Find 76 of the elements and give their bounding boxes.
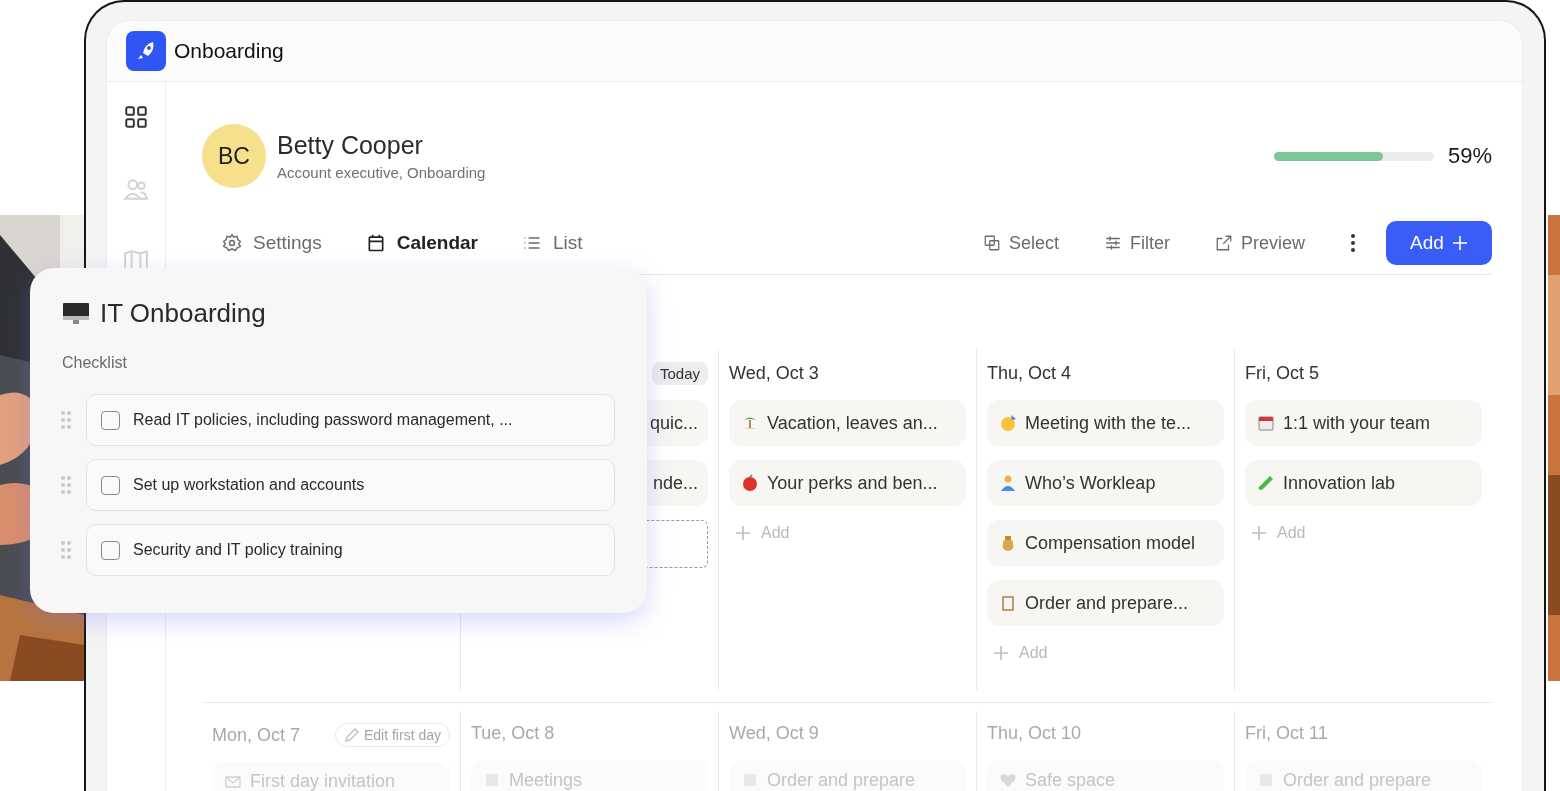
calendar-icon <box>1257 414 1275 432</box>
day-label: Tue, Oct 8 <box>471 723 555 745</box>
view-tab[interactable]: List <box>521 232 583 254</box>
plus-icon <box>993 645 1009 661</box>
sidebar-item[interactable] <box>123 104 149 130</box>
today-badge: Today <box>651 361 708 385</box>
checkbox[interactable] <box>101 410 120 430</box>
task-title: quic... <box>649 412 698 434</box>
day-label: Mon, Oct 7 <box>212 724 301 746</box>
task-title: Compensation model <box>1025 532 1196 554</box>
day-label: Wed, Oct 9 <box>729 723 819 745</box>
task-card[interactable]: Meeting with the te... <box>987 400 1224 446</box>
copy-icon <box>982 234 1001 252</box>
checkbox[interactable] <box>101 540 120 560</box>
avatar: BC <box>202 124 266 188</box>
drag-handle-icon[interactable] <box>60 410 72 430</box>
day-label: Thu, Oct 10 <box>987 723 1082 745</box>
apple-icon <box>741 474 759 492</box>
grid-icon <box>123 104 149 130</box>
toolbar-button[interactable]: Select <box>982 232 1059 254</box>
toolbar-button[interactable]: Filter <box>1103 232 1170 254</box>
popup-title: IT Onboarding <box>100 298 266 329</box>
task-card[interactable]: 1:1 with your team <box>1245 400 1482 446</box>
checklist-label: Set up workstation and accounts <box>133 476 365 494</box>
app-title: Onboarding <box>174 39 284 63</box>
view-tab[interactable]: Settings <box>222 232 322 254</box>
progress-reading: 59% <box>1447 143 1492 169</box>
day-label: Wed, Oct 3 <box>729 362 819 384</box>
plus-icon <box>1451 235 1468 251</box>
task-title: Order and prepare... <box>1025 592 1189 614</box>
monitor-icon <box>62 301 90 326</box>
smiley-icon <box>999 414 1017 432</box>
task-title: Innovation lab <box>1283 472 1396 494</box>
task-card[interactable]: Vacation, leaves an... <box>729 400 966 446</box>
checklist-label: Read IT policies, including password management, ... <box>133 411 513 429</box>
task-title: Your perks and ben... <box>767 472 938 494</box>
settings-icon <box>222 233 242 253</box>
day-label: Fri, Oct 11 <box>1245 723 1328 745</box>
task-title: Meeting with the te... <box>1025 412 1192 434</box>
task-title: Who’s Workleap <box>1025 472 1156 494</box>
plus-icon <box>1251 525 1267 541</box>
checklist-label: Security and IT policy training <box>133 541 343 559</box>
person-name: Betty Cooper <box>277 131 424 160</box>
task-card[interactable]: Who’s Workleap <box>987 460 1224 506</box>
day-label: Fri, Oct 5 <box>1245 362 1319 384</box>
pencil-icon <box>343 727 360 743</box>
heart-icon <box>999 771 1017 790</box>
day-label: Thu, Oct 4 <box>987 362 1072 384</box>
more-icon[interactable] <box>1350 233 1356 253</box>
toolbar-button[interactable]: Preview <box>1214 232 1305 254</box>
person-icon <box>999 474 1017 492</box>
drag-handle-icon[interactable] <box>60 475 72 495</box>
task-card[interactable]: Compensation model <box>987 520 1224 566</box>
checkbox[interactable] <box>101 475 120 495</box>
test-tube-icon <box>1257 474 1275 492</box>
add-button[interactable]: Add <box>1386 221 1492 265</box>
plus-icon <box>735 525 751 541</box>
task-card[interactable]: Order and prepare... <box>987 580 1224 626</box>
task-card[interactable]: Your perks and ben... <box>729 460 966 506</box>
checklist-item[interactable]: Read IT policies, including password management, ... <box>86 394 615 446</box>
external-link-icon <box>1214 234 1233 252</box>
clipboard-icon <box>999 594 1017 612</box>
task-card[interactable]: Innovation lab <box>1245 460 1482 506</box>
filter-icon <box>1103 234 1122 252</box>
people-icon <box>123 176 149 202</box>
drag-handle-icon[interactable] <box>60 540 72 560</box>
checklist-item[interactable]: Security and IT policy training <box>86 524 615 576</box>
task-title: Vacation, leaves an... <box>767 412 938 434</box>
person-role: Account executive, Onboarding <box>277 164 487 181</box>
chip-label: Edit first day <box>363 727 441 743</box>
task-title: 1:1 with your team <box>1283 412 1431 434</box>
section-label: Checklist <box>62 354 128 372</box>
task-title: nde... <box>652 472 698 494</box>
checklist-item[interactable]: Set up workstation and accounts <box>86 459 615 511</box>
view-tab[interactable]: Calendar <box>365 232 478 254</box>
rocket-logo <box>126 31 166 71</box>
